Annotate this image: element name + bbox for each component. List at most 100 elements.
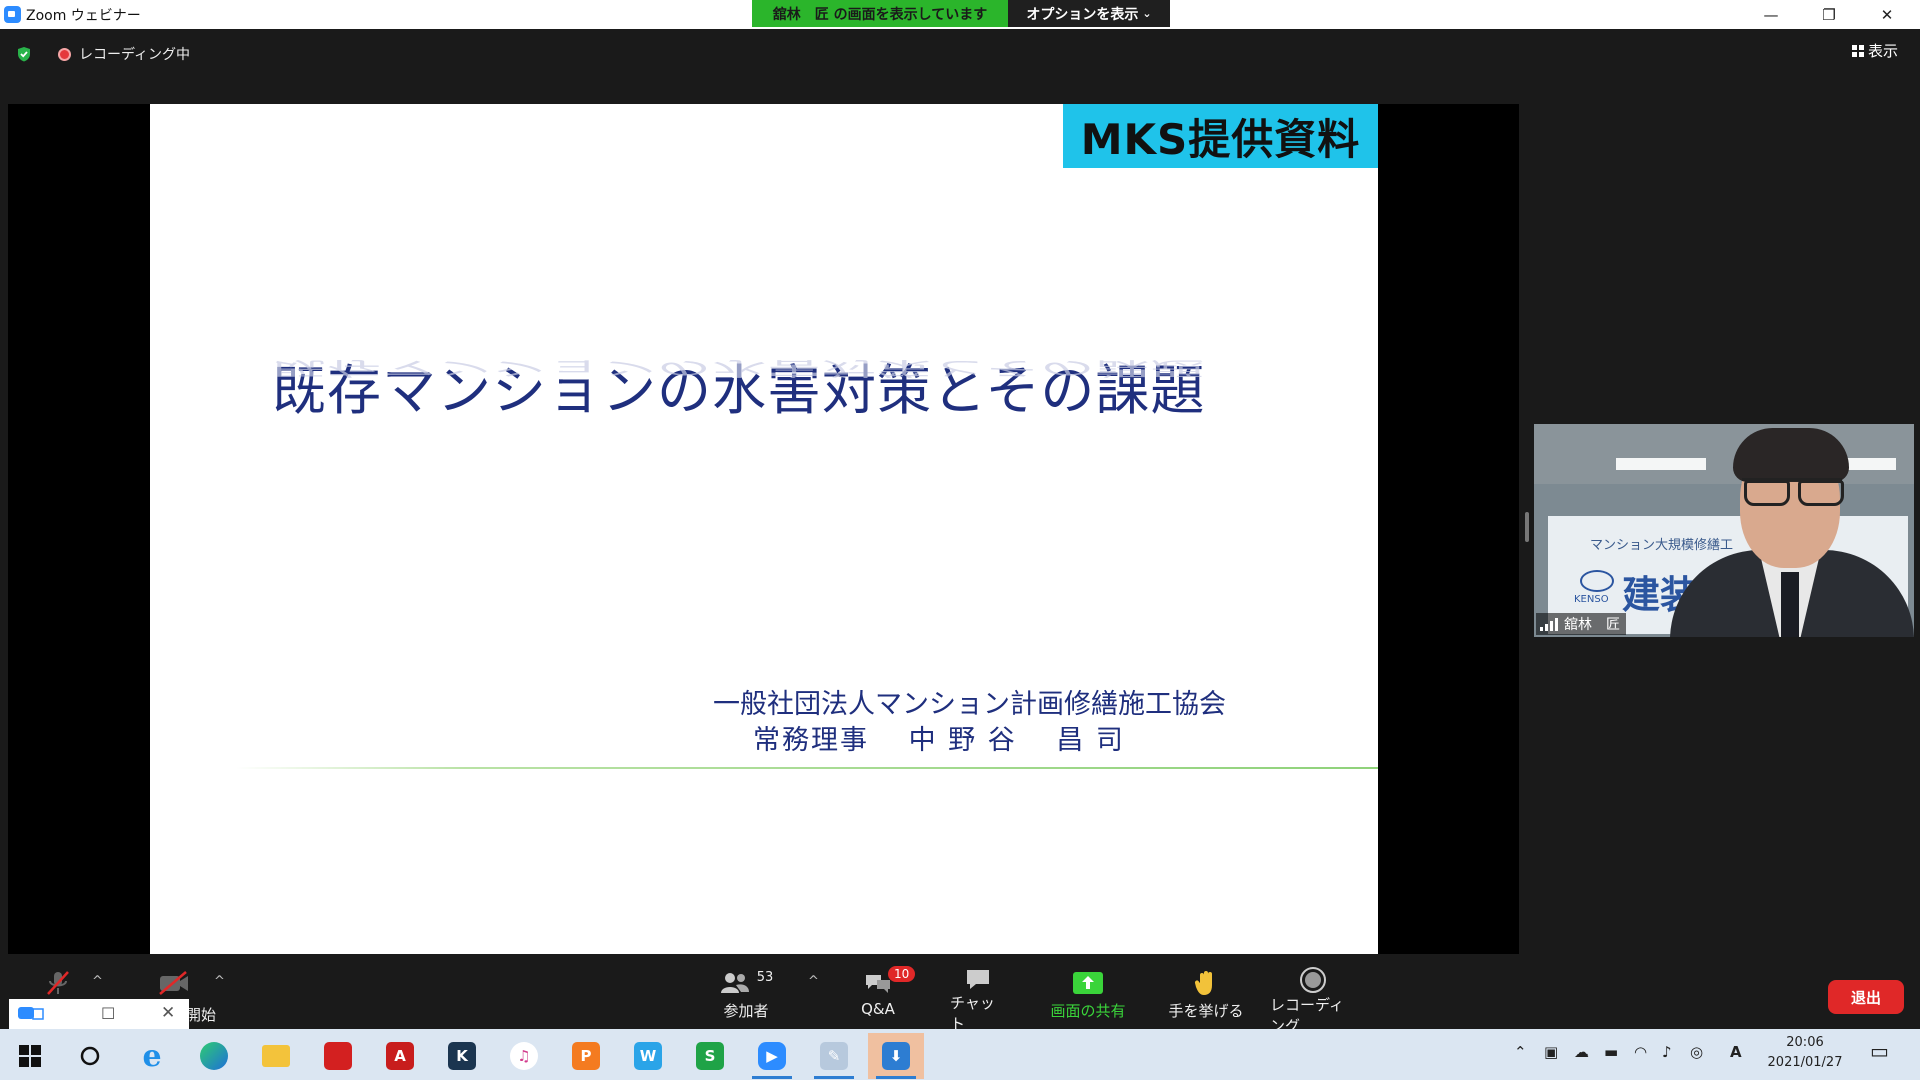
start-button[interactable] [2,1033,58,1079]
onedrive-cloud-icon[interactable]: ☁ [1574,1043,1589,1061]
participants-options-caret[interactable]: ^ [808,974,819,989]
view-layout-label: 表示 [1867,42,1898,60]
internet-explorer-icon: e [142,1038,162,1074]
recording-indicator-icon [58,48,71,61]
background-logo-icon [1580,570,1614,592]
person-hair [1733,428,1849,482]
video-options-caret[interactable]: ^ [214,974,225,989]
audio-options-caret[interactable]: ^ [92,974,103,989]
security-shield-icon[interactable] [16,46,32,62]
show-hidden-icons-icon[interactable]: ⌃ [1514,1043,1527,1061]
video-off-icon [159,971,188,995]
qa-label: Q&A [861,1000,895,1018]
taskbar-paint[interactable]: ✎ [806,1033,862,1079]
paint-app-icon: ✎ [820,1042,848,1070]
share-screen-button[interactable]: 画面の共有 [1046,966,1130,1026]
location-icon[interactable]: ◎ [1690,1043,1703,1061]
taskbar-writer[interactable]: W [620,1033,676,1079]
slide-organization: 一般社団法人マンション計画修繕施工協会 [713,689,1226,720]
zoom-mini-icon[interactable] [17,1004,47,1024]
clock-date: 2021/01/27 [1767,1055,1843,1070]
participants-count: 53 [756,969,774,985]
window-title: Zoom ウェビナー [26,8,141,24]
taskbar-explorer[interactable] [248,1033,304,1079]
participant-name: 舘林 匠 [1564,617,1620,633]
chat-icon [967,970,989,989]
itunes-icon: ♫ [510,1042,538,1070]
chat-button[interactable]: チャット [950,966,1006,1033]
battery-icon[interactable]: ▬ [1604,1043,1618,1061]
view-layout-button[interactable]: 表示 [1851,40,1898,61]
signal-strength-icon [1540,617,1558,631]
taskbar-app-red[interactable] [310,1033,366,1079]
mini-window-popup: ☐ ✕ [9,999,189,1029]
volume-icon[interactable]: ♪ [1662,1043,1672,1061]
search-button[interactable] [62,1033,118,1079]
close-window-button[interactable]: ✕ [1858,0,1916,29]
restore-button[interactable]: ❐ [1800,0,1858,29]
active-app-icon: ⬇ [882,1042,910,1070]
clock-time: 20:06 [1786,1035,1824,1050]
slide-divider [236,767,1378,769]
chat-label: チャット [950,994,995,1033]
recording-button[interactable]: レコーディング [1270,966,1356,1035]
maximize-mini-icon[interactable]: ☐ [101,1004,115,1023]
presentation-app-icon: P [572,1042,600,1070]
raise-hand-button[interactable]: 手を挙げる [1168,966,1244,1026]
edge-browser-icon [200,1042,228,1070]
taskbar-edge[interactable] [186,1033,242,1079]
taskbar-itunes[interactable]: ♫ [496,1033,552,1079]
acrobat-icon: A [386,1042,414,1070]
view-options-button[interactable]: オプションを表示 ⌄ [1008,0,1170,27]
leave-button[interactable]: 退出 [1828,980,1904,1014]
slide-title-reflection: 既存マンションの水害対策とその課題 [272,357,1206,380]
share-screen-icon [1073,972,1103,994]
taskbar-active-app[interactable]: ⬇ [868,1033,924,1079]
screen-share-banner: 舘林 匠 の画面を表示しています [752,0,1008,27]
background-logo-text: KENSO [1574,594,1609,605]
taskbar-ie[interactable]: e [124,1033,180,1079]
minimize-button[interactable]: — [1742,0,1800,29]
participants-icon [720,973,749,993]
raise-hand-icon [1194,971,1212,995]
slide-badge: MKS提供資料 [1063,104,1378,168]
background-sign-text: マンション大規模修繕工 [1590,538,1734,553]
participants-button[interactable]: 53 参加者 [718,966,774,1026]
file-explorer-icon [262,1045,290,1067]
taskbar-spreadsheet[interactable]: S [682,1033,738,1079]
spreadsheet-app-icon: S [696,1042,724,1070]
microphone-muted-icon [47,971,69,995]
windows-logo-icon [19,1045,41,1067]
participant-video-tile[interactable]: マンション大規模修繕工 KENSO 建装 舘林 匠 [1534,424,1914,637]
participant-name-tag: 舘林 匠 [1536,613,1626,635]
grid-view-icon [1851,44,1864,57]
ime-indicator[interactable]: A [1730,1043,1742,1061]
wifi-icon[interactable]: ◠ [1634,1043,1647,1061]
slide-presenter: 常務理事 中 野 谷 昌 司 [753,725,1125,756]
writer-app-icon: W [634,1042,662,1070]
person-glasses [1742,478,1844,506]
red-app-icon [324,1042,352,1070]
record-icon [1300,967,1326,993]
notification-center-icon[interactable]: ▭ [1870,1039,1889,1063]
meeting-toolbar: ^ ^ 開始 53 参加者 ^ Q&A 10 チャット 画面の共有 手を挙げる … [0,962,1920,1035]
taskbar-presentation[interactable]: P [558,1033,614,1079]
panel-resize-handle[interactable] [1525,512,1529,542]
person-tie [1781,572,1799,637]
video-ceiling [1534,424,1914,484]
zoom-taskbar-icon: ▶ [758,1042,786,1070]
taskbar-zoom[interactable]: ▶ [744,1033,800,1079]
device-tray-icon[interactable]: ▣ [1544,1043,1558,1061]
taskbar-clock[interactable]: 20:06 2021/01/27 [1760,1033,1850,1073]
taskbar-app-k[interactable]: K [434,1033,490,1079]
chevron-down-icon: ⌄ [1142,7,1152,20]
ceiling-light [1616,458,1706,470]
share-screen-label: 画面の共有 [1050,1002,1126,1020]
participants-label: 参加者 [723,1002,769,1020]
close-mini-icon[interactable]: ✕ [161,1003,175,1023]
k-app-icon: K [448,1042,476,1070]
taskbar-acrobat[interactable]: A [372,1033,428,1079]
view-options-label: オプションを表示 [1026,6,1139,23]
recording-status-label: レコーディング中 [79,47,191,63]
presentation-slide: MKS提供資料 既存マンションの水害対策とその課題 既存マンションの水害対策とそ… [150,104,1378,954]
